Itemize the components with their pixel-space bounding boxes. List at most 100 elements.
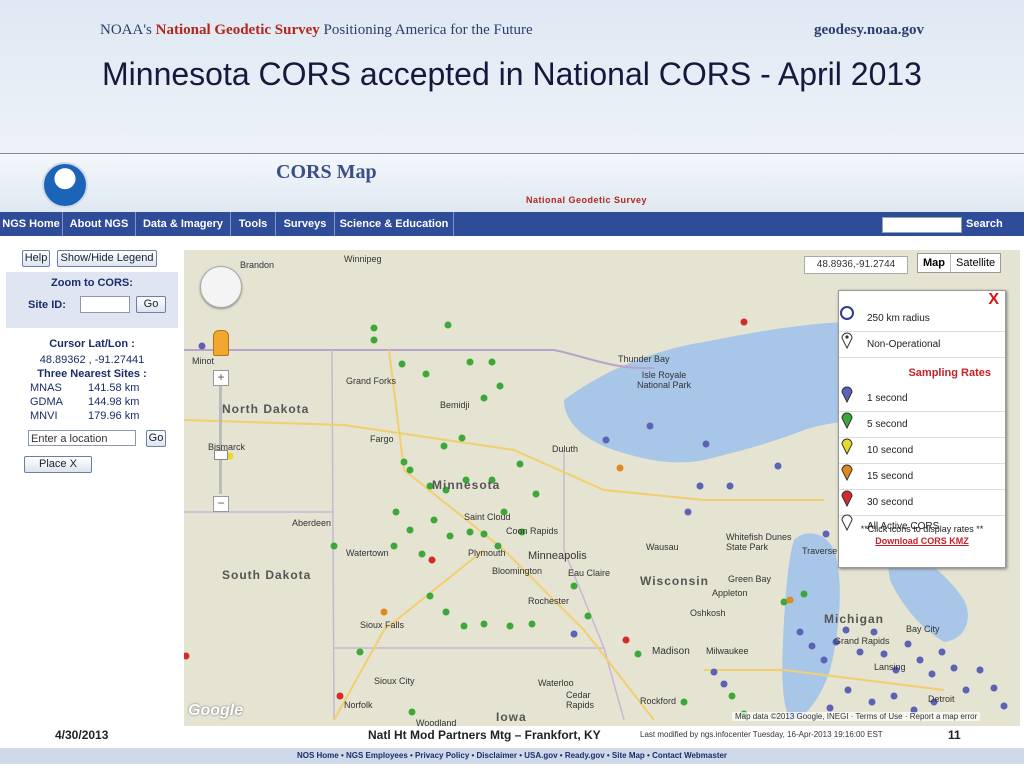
slide-footer: 4/30/2013 Natl Ht Mod Partners Mtg – Fra… xyxy=(0,728,1024,768)
place-label: Bay City xyxy=(906,624,940,634)
search-input[interactable] xyxy=(882,217,962,233)
state-label: North Dakota xyxy=(222,402,310,416)
cors-page: CORS Map National Geodetic Survey NGS Ho… xyxy=(0,153,1024,729)
legend-row-rate: 30 second xyxy=(839,489,1005,516)
zoom-to-cors-box: Zoom to CORS: Site ID: Go xyxy=(6,272,178,328)
place-label: Plymouth xyxy=(468,548,506,558)
pin-1s-icon xyxy=(841,386,853,403)
nearest-sites-title: Three Nearest Sites : xyxy=(37,368,147,380)
slide-title: Minnesota CORS accepted in National CORS… xyxy=(102,56,922,92)
place-label: Minot xyxy=(192,356,215,366)
footer-date: 4/30/2013 xyxy=(55,728,109,742)
brand-prefix: NOAA's xyxy=(100,22,152,38)
legend-row-radius: 250 km radius xyxy=(839,305,1005,332)
place-label: Grand Forks xyxy=(346,376,397,386)
nav-surveys[interactable]: Surveys xyxy=(276,212,335,236)
legend-label: Non-Operational xyxy=(867,339,941,350)
noaa-logo xyxy=(42,162,88,208)
state-label: Wisconsin xyxy=(640,574,709,588)
map-type-satellite-button[interactable]: Satellite xyxy=(951,254,1000,272)
map-type-map-button[interactable]: Map xyxy=(918,254,951,272)
nearest-site-id: MNAS xyxy=(30,382,62,394)
show-hide-legend-button[interactable]: Show/Hide Legend xyxy=(57,250,157,267)
place-label: Thunder Bay xyxy=(618,354,670,364)
search-button[interactable]: Search xyxy=(966,212,1003,236)
state-label: South Dakota xyxy=(222,568,312,582)
street-view-pegman-icon[interactable] xyxy=(213,330,229,356)
place-label: Cedar Rapids xyxy=(566,690,595,710)
location-input[interactable]: Enter a location xyxy=(28,430,136,446)
site-go-button[interactable]: Go xyxy=(136,296,166,313)
slide-header: NOAA's National Geodetic Survey Position… xyxy=(0,0,1024,153)
help-button[interactable]: Help xyxy=(22,250,50,267)
legend-row-rate: 1 second xyxy=(839,385,1005,412)
legend-row-rate: 15 second xyxy=(839,463,1005,490)
footer-center-text: Natl Ht Mod Partners Mtg – Frankfort, KY xyxy=(368,728,601,742)
place-label: Norfolk xyxy=(344,700,373,710)
map-legend: X 250 km radius Non-Operational Sampling… xyxy=(838,290,1006,568)
nearest-site-row: MNVI 179.96 km xyxy=(30,410,160,422)
place-label: Bloomington xyxy=(492,566,543,576)
ngs-subtitle: National Geodetic Survey xyxy=(526,195,648,205)
location-go-button[interactable]: Go xyxy=(146,430,166,447)
pin-30s-icon xyxy=(841,490,853,507)
cors-map-title: CORS Map xyxy=(276,161,377,183)
non-operational-pin-icon xyxy=(841,332,853,349)
place-label: Saint Cloud xyxy=(464,512,511,522)
cursor-latlon-title: Cursor Lat/Lon : xyxy=(49,338,135,350)
place-label: Watertown xyxy=(346,548,389,558)
place-label: Winnipeg xyxy=(344,254,382,264)
place-label: Duluth xyxy=(552,444,579,454)
place-label: Whitefish Dunes State Park xyxy=(726,532,792,552)
nav-tools[interactable]: Tools xyxy=(231,212,276,236)
nav-about-ngs[interactable]: About NGS xyxy=(63,212,136,236)
brand-name: National Geodetic Survey xyxy=(155,22,320,38)
site-id-label: Site ID: xyxy=(28,299,66,311)
left-panel: Help Show/Hide Legend Zoom to CORS: Site… xyxy=(0,236,184,729)
map-latlon-readout: 48.8936,-91.2744 xyxy=(804,256,908,274)
download-kmz-link[interactable]: Download CORS KMZ xyxy=(839,536,1005,546)
brand-url: geodesy.noaa.gov xyxy=(813,22,924,38)
legend-label: 30 second xyxy=(867,497,914,508)
place-label: Detroit xyxy=(928,694,955,704)
nearest-site-dist: 141.58 km xyxy=(88,382,140,394)
place-label: Eau Claire xyxy=(568,568,611,578)
place-label: Bismarck xyxy=(208,442,246,452)
place-label: Waterloo xyxy=(538,678,574,688)
place-label: Isle Royale National Park xyxy=(636,370,692,390)
place-label: Grand Rapids xyxy=(834,636,890,646)
brand-tagline: Positioning America for the Future xyxy=(323,22,533,38)
pin-10s-icon xyxy=(841,438,853,455)
legend-row-rate: 5 second xyxy=(839,411,1005,438)
place-label: Green Bay xyxy=(728,574,772,584)
legend-label: 10 second xyxy=(867,445,914,456)
nav-ngs-home[interactable]: NGS Home xyxy=(0,212,63,236)
place-label: Milwaukee xyxy=(706,646,749,656)
zoom-in-button[interactable]: + xyxy=(213,370,229,386)
ngs-nav-bar: NGS Home About NGS Data & Imagery Tools … xyxy=(0,212,1024,236)
cors-banner: CORS Map National Geodetic Survey xyxy=(0,154,1024,212)
place-label: Wausau xyxy=(646,542,679,552)
place-label: Minneapolis xyxy=(528,550,587,562)
nav-data-imagery[interactable]: Data & Imagery xyxy=(136,212,231,236)
nav-science-education[interactable]: Science & Education xyxy=(335,212,454,236)
place-x-button[interactable]: Place X xyxy=(24,456,92,473)
cors-map[interactable]: 48.8936,-91.2744 Map Satellite + − North … xyxy=(184,250,1020,726)
site-id-input[interactable] xyxy=(80,296,130,313)
pan-control-icon[interactable] xyxy=(200,266,242,308)
state-label: Michigan xyxy=(824,612,885,626)
nearest-site-row: MNAS 141.58 km xyxy=(30,382,160,394)
zoom-out-button[interactable]: − xyxy=(213,496,229,512)
place-label: Bemidji xyxy=(440,400,470,410)
nearest-site-dist: 179.96 km xyxy=(88,410,140,422)
legend-row-rate: 10 second xyxy=(839,437,1005,464)
place-label: Sioux Falls xyxy=(360,620,405,630)
legend-row-non-operational: Non-Operational xyxy=(839,331,1005,358)
place-label: Sioux City xyxy=(374,676,415,686)
pin-5s-icon xyxy=(841,412,853,429)
state-label: Minnesota xyxy=(432,478,501,492)
place-label: Rochester xyxy=(528,596,570,606)
ngs-footer-nav[interactable]: NOS Home • NGS Employees • Privacy Polic… xyxy=(0,748,1024,764)
brand-banner: NOAA's National Geodetic Survey Position… xyxy=(100,22,533,39)
map-attribution[interactable]: Map data ©2013 Google, INEGI · Terms of … xyxy=(732,712,981,721)
